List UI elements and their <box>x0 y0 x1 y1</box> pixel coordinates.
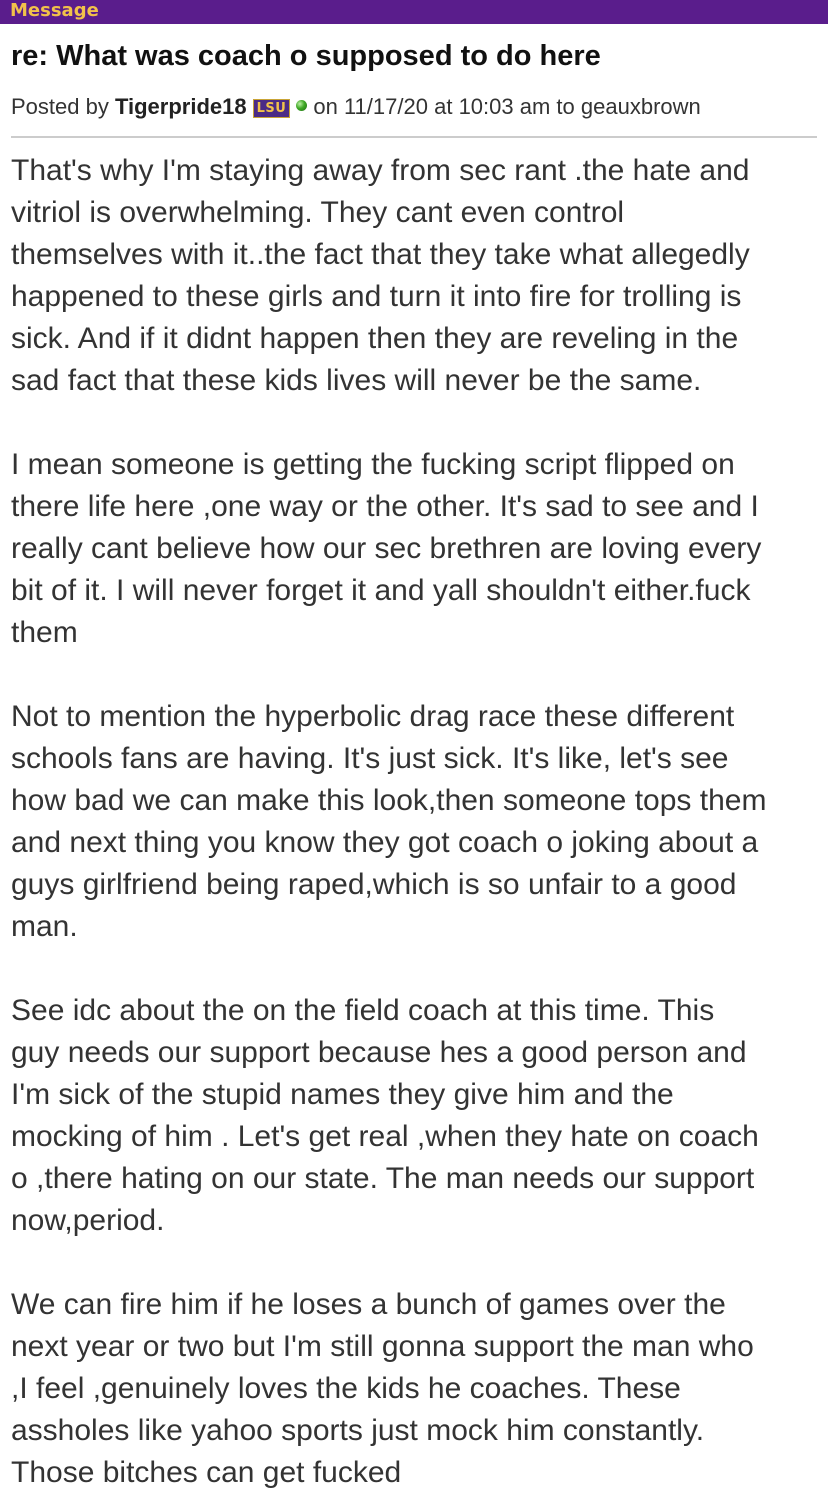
post-line: schools fans are having. It's just sick.… <box>11 742 729 775</box>
post-line: vitriol is overwhelming. They cant even … <box>11 196 625 229</box>
post-time: 10:03 am <box>458 94 551 119</box>
post-line: guy needs our support because hes a good… <box>11 1036 747 1069</box>
post-paragraph: I mean someone is getting the fucking sc… <box>11 444 821 654</box>
post-title: re: What was coach o supposed to do here <box>11 40 601 72</box>
post-meta: Posted by Tigerpride18 LSU on 11/17/20 at … <box>11 93 701 121</box>
post-line: next year or two but I'm still gonna sup… <box>11 1330 754 1363</box>
message-header-label: Message <box>10 0 99 21</box>
post-line: really cant believe how our sec brethren… <box>11 532 762 565</box>
post-paragraph: See idc about the on the field coach at … <box>11 990 821 1242</box>
post-body: That's why I'm staying away from sec ran… <box>11 150 821 1494</box>
post-line: now,period. <box>11 1204 165 1237</box>
post-paragraph: We can fire him if he loses a bunch of g… <box>11 1284 821 1494</box>
post-line: and next thing you know they got coach o… <box>11 826 759 859</box>
meta-divider <box>11 136 817 138</box>
online-status-dot-icon <box>296 100 308 111</box>
post-line: Not to mention the hyperbolic drag race … <box>11 700 735 733</box>
post-line: sad fact that these kids lives will neve… <box>11 364 702 397</box>
post-line: o ,there hating on our state. The man ne… <box>11 1162 755 1195</box>
on-label: on <box>313 94 338 119</box>
post-line: them <box>11 616 78 649</box>
posted-by-label: Posted by <box>11 94 109 119</box>
to-label: to <box>556 94 575 119</box>
post-line: themselves with it..the fact that they t… <box>11 238 750 271</box>
recipient-link[interactable]: geauxbrown <box>581 94 701 119</box>
post-date: 11/17/20 <box>343 94 428 119</box>
message-header-bar: Message <box>0 0 828 24</box>
lsu-team-badge-icon: LSU <box>252 99 291 118</box>
post-line: bit of it. I will never forget it and ya… <box>11 574 751 607</box>
post-line: That's why I'm staying away from sec ran… <box>11 154 750 187</box>
post-line: sick. And if it didnt happen then they a… <box>11 322 739 355</box>
author-link[interactable]: Tigerpride18 <box>115 94 247 119</box>
post-line: Those bitches can get fucked <box>11 1456 402 1489</box>
post-line: happened to these girls and turn it into… <box>11 280 742 313</box>
post-line: mocking of him . Let's get real ,when th… <box>11 1120 759 1153</box>
post-line: assholes like yahoo sports just mock him… <box>11 1414 705 1447</box>
at-label: at <box>434 94 453 119</box>
post-line: We can fire him if he loses a bunch of g… <box>11 1288 726 1321</box>
post-line: I mean someone is getting the fucking sc… <box>11 448 735 481</box>
post-paragraph: That's why I'm staying away from sec ran… <box>11 150 821 402</box>
post-paragraph: Not to mention the hyperbolic drag race … <box>11 696 821 948</box>
post-line: I'm sick of the stupid names they give h… <box>11 1078 674 1111</box>
post-line: there life here ,one way or the other. I… <box>11 490 759 523</box>
post-line: man. <box>11 910 78 943</box>
post-line: guys girlfriend being raped,which is so … <box>11 868 737 901</box>
post-line: ,I feel ,genuinely loves the kids he coa… <box>11 1372 681 1405</box>
post-line: See idc about the on the field coach at … <box>11 994 715 1027</box>
post-line: how bad we can make this look,then someo… <box>11 784 767 817</box>
